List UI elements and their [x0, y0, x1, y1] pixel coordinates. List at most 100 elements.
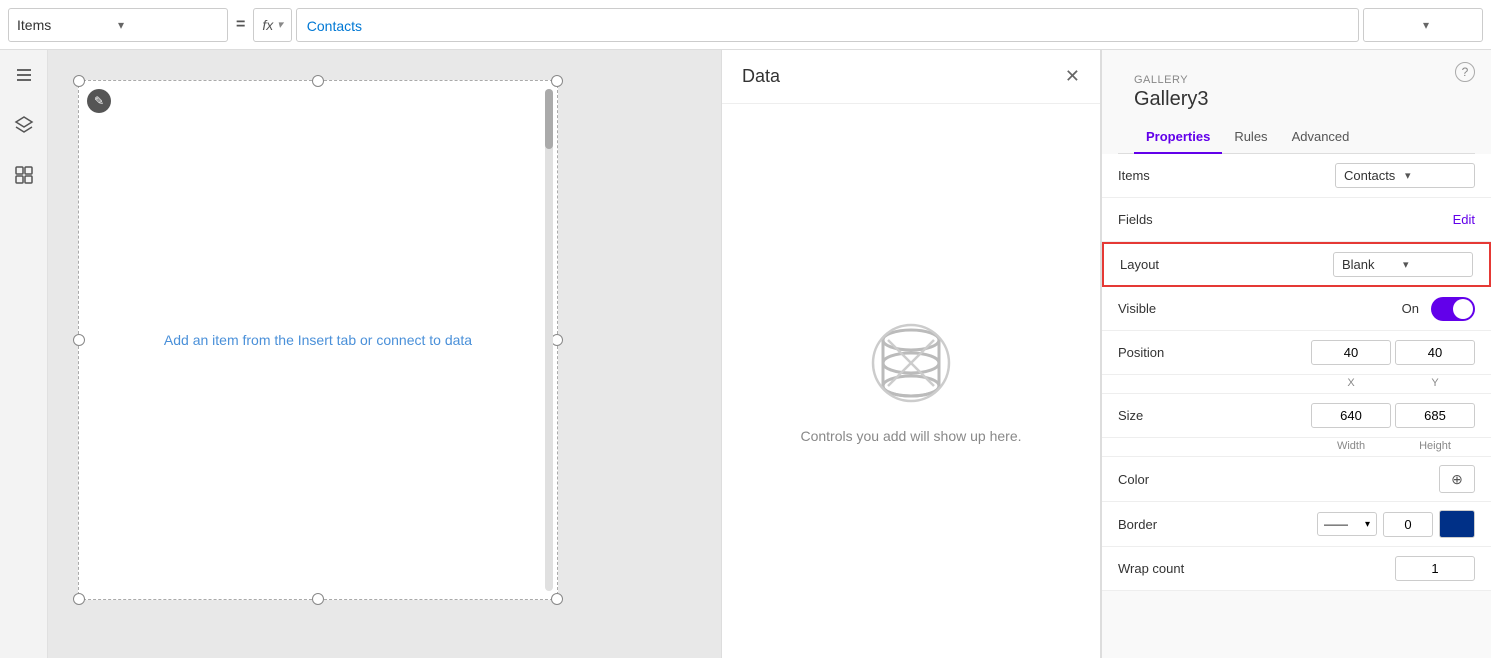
border-prop-label: Border: [1118, 517, 1218, 532]
props-panel-header: GALLERY Gallery3 ? Properties Rules Adva…: [1102, 50, 1491, 154]
left-sidebar: [0, 50, 48, 658]
items-prop-label: Items: [1118, 168, 1218, 183]
fx-button[interactable]: fx ▾: [253, 8, 291, 42]
border-color-picker[interactable]: [1439, 510, 1475, 538]
width-label: Width: [1311, 440, 1391, 452]
position-axis-labels: X Y: [1102, 375, 1491, 394]
size-row: Size: [1102, 394, 1491, 438]
layout-prop-label: Layout: [1120, 257, 1220, 272]
help-icon[interactable]: ?: [1455, 62, 1475, 82]
fields-prop-label: Fields: [1118, 212, 1218, 227]
handle-ml[interactable]: [73, 334, 85, 346]
wrap-count-row: Wrap count: [1102, 547, 1491, 591]
size-axis-labels: Width Height: [1102, 438, 1491, 457]
fields-value-right: Edit: [1218, 212, 1475, 227]
position-row: Position: [1102, 331, 1491, 375]
layout-value-dropdown[interactable]: Blank ▾: [1333, 252, 1473, 277]
position-inputs: [1311, 340, 1475, 365]
visible-row: Visible On: [1102, 287, 1491, 331]
border-line-icon: ——: [1324, 517, 1365, 531]
color-value-right: ⊕: [1218, 465, 1475, 493]
items-value-right: Contacts ▾: [1218, 163, 1475, 188]
data-panel-close-button[interactable]: ✕: [1065, 66, 1080, 87]
position-value-right: [1218, 340, 1475, 365]
visible-toggle[interactable]: [1431, 297, 1475, 321]
handle-tr[interactable]: [551, 75, 563, 87]
layout-dropdown-chevron: ▾: [1403, 258, 1464, 271]
pencil-icon: ✎: [94, 94, 104, 108]
edit-badge[interactable]: ✎: [87, 89, 111, 113]
toggle-knob: [1453, 299, 1473, 319]
position-y-input[interactable]: [1395, 340, 1475, 365]
fx-label: fx: [262, 17, 273, 33]
wrap-count-input[interactable]: [1395, 556, 1475, 581]
formula-bar[interactable]: Contacts: [296, 8, 1359, 42]
layout-row: Layout Blank ▾: [1102, 242, 1491, 287]
canvas-area: ✎ Add an item from the Insert tab or con…: [48, 50, 721, 658]
formula-value: Contacts: [307, 18, 362, 34]
tab-properties[interactable]: Properties: [1134, 121, 1222, 154]
items-row: Items Contacts ▾: [1102, 154, 1491, 198]
gallery-type-label: GALLERY: [1134, 74, 1459, 86]
color-row: Color ⊕: [1102, 457, 1491, 502]
database-icon: [866, 318, 956, 408]
components-icon[interactable]: [9, 160, 39, 190]
formula-dropdown[interactable]: ▾: [1363, 8, 1483, 42]
height-label: Height: [1395, 440, 1475, 452]
layout-value-right: Blank ▾: [1220, 252, 1473, 277]
main-content: ✎ Add an item from the Insert tab or con…: [0, 50, 1491, 658]
color-picker-button[interactable]: ⊕: [1439, 465, 1475, 493]
position-x-input[interactable]: [1311, 340, 1391, 365]
visible-value-right: On: [1218, 297, 1475, 321]
border-value-right: —— ▾: [1218, 510, 1475, 538]
size-prop-label: Size: [1118, 408, 1218, 423]
gallery-frame[interactable]: ✎ Add an item from the Insert tab or con…: [78, 80, 558, 600]
gallery-placeholder-text: Add an item from the Insert tab or conne…: [144, 312, 492, 368]
fx-chevron-icon: ▾: [277, 18, 283, 31]
gallery-scrollbar-thumb: [545, 89, 553, 149]
tab-advanced[interactable]: Advanced: [1280, 121, 1362, 154]
data-panel-message: Controls you add will show up here.: [800, 428, 1021, 444]
layers-icon[interactable]: [9, 110, 39, 140]
handle-bc[interactable]: [312, 593, 324, 605]
properties-panel: GALLERY Gallery3 ? Properties Rules Adva…: [1101, 50, 1491, 658]
data-panel: Data ✕ Controls you add will show up her…: [721, 50, 1101, 658]
data-panel-header: Data ✕: [722, 50, 1100, 104]
menu-icon[interactable]: [9, 60, 39, 90]
handle-tc[interactable]: [312, 75, 324, 87]
x-axis-label: X: [1311, 377, 1391, 389]
gallery-name: Gallery3: [1134, 88, 1459, 111]
wrap-count-value-right: [1218, 556, 1475, 581]
top-bar: Items ▾ = fx ▾ Contacts ▾: [0, 0, 1491, 50]
size-inputs: [1311, 403, 1475, 428]
size-value-right: [1218, 403, 1475, 428]
items-value-text: Contacts: [1344, 168, 1405, 183]
size-height-input[interactable]: [1395, 403, 1475, 428]
size-width-input[interactable]: [1311, 403, 1391, 428]
border-style-dropdown[interactable]: —— ▾: [1317, 512, 1377, 536]
wrap-count-label: Wrap count: [1118, 561, 1218, 576]
handle-bl[interactable]: [73, 593, 85, 605]
items-dropdown[interactable]: Items ▾: [8, 8, 228, 42]
gallery-scrollbar[interactable]: [545, 89, 553, 591]
y-axis-label: Y: [1395, 377, 1475, 389]
items-value-dropdown[interactable]: Contacts ▾: [1335, 163, 1475, 188]
visible-prop-label: Visible: [1118, 301, 1218, 316]
handle-tl[interactable]: [73, 75, 85, 87]
props-tabs: Properties Rules Advanced: [1118, 121, 1475, 154]
border-row: Border —— ▾: [1102, 502, 1491, 547]
handle-br[interactable]: [551, 593, 563, 605]
fields-edit-link[interactable]: Edit: [1453, 212, 1475, 227]
color-prop-label: Color: [1118, 472, 1218, 487]
color-picker-icon: ⊕: [1451, 471, 1463, 488]
items-label: Items: [17, 17, 118, 33]
items-chevron-icon: ▾: [118, 18, 219, 32]
fields-row: Fields Edit: [1102, 198, 1491, 242]
border-style-chevron: ▾: [1365, 519, 1370, 530]
tab-rules[interactable]: Rules: [1222, 121, 1279, 154]
formula-dropdown-chevron: ▾: [1423, 18, 1472, 32]
props-body: Items Contacts ▾ Fields Edit Layout: [1102, 154, 1491, 658]
visible-state-label: On: [1402, 301, 1419, 316]
border-width-input[interactable]: [1383, 512, 1433, 537]
data-panel-body: Controls you add will show up here.: [722, 104, 1100, 658]
